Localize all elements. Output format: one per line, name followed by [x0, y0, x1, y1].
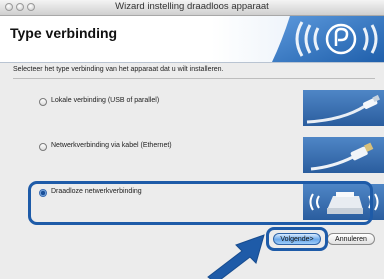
divider — [13, 78, 375, 79]
title-bar: Wizard instelling draadloos apparaat — [0, 0, 384, 16]
cancel-button[interactable]: Annuleren — [327, 233, 375, 245]
radio-local[interactable] — [39, 98, 47, 106]
option-ethernet-connection[interactable]: Netwerkverbinding via kabel (Ethernet) — [13, 135, 384, 175]
wireless-signal-icon — [272, 16, 384, 62]
wizard-window: Wizard instelling draadloos apparaat Typ… — [0, 0, 384, 279]
wireless-banner — [272, 16, 384, 62]
instruction-text: Selecteer het type verbinding van het ap… — [13, 66, 224, 73]
ethernet-cable-icon — [303, 137, 384, 173]
option-label-ethernet: Netwerkverbinding via kabel (Ethernet) — [51, 142, 172, 149]
option-label-local: Lokale verbinding (USB of parallel) — [51, 97, 160, 104]
usb-cable-icon — [303, 90, 384, 126]
radio-ethernet[interactable] — [39, 143, 47, 151]
pointer-arrow-icon — [207, 234, 265, 279]
option-local-connection[interactable]: Lokale verbinding (USB of parallel) — [13, 88, 384, 128]
page-title: Type verbinding — [10, 25, 118, 41]
window-title: Wizard instelling draadloos apparaat — [115, 1, 269, 12]
selected-option-highlight — [28, 181, 373, 225]
wizard-header: Type verbinding — [0, 16, 384, 63]
